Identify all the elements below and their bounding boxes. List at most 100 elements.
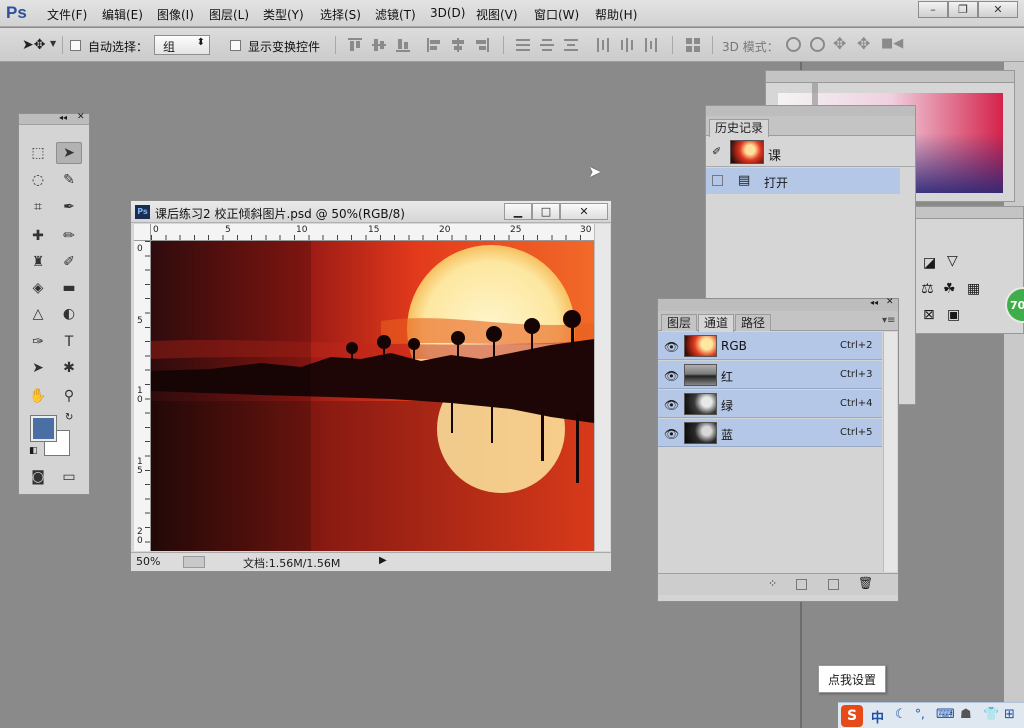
load-selection-icon[interactable]: ⁘ (768, 577, 777, 590)
healing-tool-icon[interactable]: ✚ (25, 225, 51, 247)
ruler-origin[interactable] (134, 224, 151, 241)
eraser-tool-icon[interactable]: ◈ (25, 277, 51, 299)
tab-channels[interactable]: 通道 (698, 314, 735, 332)
hand-tool-icon[interactable]: ✋ (25, 385, 51, 407)
status-icon[interactable] (183, 556, 205, 568)
menu-3d[interactable]: 3D(D) (430, 6, 465, 20)
type-tool-icon[interactable]: T (56, 331, 82, 353)
move-tool-icon[interactable]: ➤✥ (22, 37, 45, 53)
menu-window[interactable]: 窗口(W) (534, 6, 579, 23)
invert-icon[interactable]: ⊠ (923, 307, 935, 323)
channels-scrollbar[interactable] (883, 332, 897, 572)
menu-view[interactable]: 视图(V) (476, 6, 518, 23)
menu-layer[interactable]: 图层(L) (209, 6, 249, 23)
menu-select[interactable]: 选择(S) (320, 6, 361, 23)
history-brush-tool-icon[interactable]: ✐ (56, 251, 82, 273)
chevron-down-icon[interactable]: ▼ (50, 39, 56, 48)
vertical-ruler[interactable]: 0 5 1 0 1 5 2 0 (134, 241, 151, 551)
zoom-level[interactable]: 50% (136, 555, 160, 568)
distribute-top-icon[interactable] (516, 38, 530, 52)
color-balance-icon[interactable]: ⚖ (921, 281, 934, 297)
tab-layers[interactable]: 图层 (661, 314, 698, 331)
panel-menu-icon[interactable]: ▾≡ (882, 315, 895, 326)
delete-channel-icon[interactable]: 🗑 (858, 576, 873, 590)
move-tool-icon[interactable]: ➤ (56, 142, 82, 164)
default-colors-icon[interactable]: ◧ (29, 446, 38, 456)
distribute-right-icon[interactable] (644, 38, 658, 52)
user-icon[interactable]: ☗ (960, 707, 972, 722)
marquee-tool-icon[interactable]: ⬚ (25, 142, 51, 164)
document-titlebar[interactable]: Ps 课后练习2 校正倾斜图片.psd @ 50%(RGB/8) ▁ □ ✕ (131, 201, 611, 223)
align-hcenter-icon[interactable] (451, 38, 465, 52)
distribute-bottom-icon[interactable] (564, 38, 578, 52)
eye-icon[interactable]: 👁 (664, 398, 679, 412)
ime-settings-tooltip[interactable]: 点我设置 (818, 665, 886, 693)
auto-select-dropdown[interactable]: 组 ⬍ (154, 35, 210, 55)
align-bottom-icon[interactable] (396, 38, 410, 52)
3d-rotate-icon[interactable] (786, 37, 801, 52)
path-select-tool-icon[interactable]: ➤ (25, 357, 51, 379)
channel-row-red[interactable]: 👁 红 Ctrl+3 (658, 361, 882, 389)
collapse-icon[interactable]: ◂◂ (870, 298, 878, 307)
swap-colors-icon[interactable]: ↻ (65, 412, 73, 423)
distribute-hcenter-icon[interactable] (620, 38, 634, 52)
tab-paths[interactable]: 路径 (735, 314, 772, 331)
screen-mode-icon[interactable]: ▭ (56, 466, 82, 488)
status-menu-arrow-icon[interactable]: ▶ (379, 555, 387, 566)
menu-type[interactable]: 类型(Y) (263, 6, 304, 23)
tab-history[interactable]: 历史记录 (709, 119, 770, 137)
punctuation-icon[interactable]: °, (915, 707, 925, 721)
canvas-image[interactable] (151, 241, 594, 551)
channel-mixer-icon[interactable]: ☘ (943, 281, 956, 297)
eye-icon[interactable]: 👁 (664, 369, 679, 383)
horizontal-ruler[interactable]: 0 5 10 15 20 25 30 (151, 224, 594, 241)
pen-tool-icon[interactable]: ✑ (25, 331, 51, 353)
auto-align-icon[interactable] (686, 38, 700, 52)
close-button[interactable]: ✕ (978, 1, 1018, 18)
eye-icon[interactable]: 👁 (664, 427, 679, 441)
doc-minimize-button[interactable]: ▁ (504, 203, 532, 220)
ime-logo[interactable]: S (841, 705, 863, 727)
dodge-tool-icon[interactable]: ◐ (56, 303, 82, 325)
align-right-icon[interactable] (475, 38, 489, 52)
menu-filter[interactable]: 滤镜(T) (375, 6, 416, 23)
new-channel-icon[interactable] (828, 579, 839, 590)
menu-file[interactable]: 文件(F) (47, 6, 87, 23)
crop-tool-icon[interactable]: ⌗ (25, 196, 51, 218)
align-left-icon[interactable] (427, 38, 441, 52)
shape-tool-icon[interactable]: ✱ (56, 357, 82, 379)
3d-drag-icon[interactable]: ✥ (833, 34, 846, 53)
lasso-tool-icon[interactable]: ◌ (25, 169, 51, 191)
align-top-icon[interactable] (348, 38, 362, 52)
keyboard-icon[interactable]: ⌨ (936, 707, 955, 722)
eye-icon[interactable]: 👁 (664, 340, 679, 354)
gradient-tool-icon[interactable]: ▬ (56, 277, 82, 299)
skin-icon[interactable]: 👕 (983, 707, 999, 722)
menu-image[interactable]: 图像(I) (157, 6, 194, 23)
vertical-scrollbar[interactable] (594, 224, 610, 551)
auto-select-checkbox[interactable] (70, 40, 81, 51)
doc-close-button[interactable]: ✕ (560, 203, 608, 220)
history-snapshot-row[interactable]: ✐ 课 (706, 137, 915, 167)
close-icon[interactable]: ✕ (886, 297, 894, 307)
zoom-tool-icon[interactable]: ⚲ (56, 385, 82, 407)
channel-row-green[interactable]: 👁 绿 Ctrl+4 (658, 390, 882, 418)
moon-icon[interactable]: ☾ (895, 707, 907, 722)
quick-select-tool-icon[interactable]: ✎ (56, 169, 82, 191)
eyedropper-tool-icon[interactable]: ✒ (56, 196, 82, 218)
show-transform-checkbox[interactable] (230, 40, 241, 51)
tools-icon[interactable]: ⊞ (1004, 707, 1015, 722)
lookup-icon[interactable]: ▦ (967, 281, 980, 297)
align-vcenter-icon[interactable] (372, 38, 386, 52)
minimize-button[interactable]: – (918, 1, 948, 18)
menu-help[interactable]: 帮助(H) (595, 6, 637, 23)
close-icon[interactable]: ✕ (77, 112, 85, 122)
maximize-button[interactable]: ❐ (948, 1, 978, 18)
stamp-tool-icon[interactable]: ♜ (25, 251, 51, 273)
channel-row-rgb[interactable]: 👁 RGB Ctrl+2 (658, 332, 882, 360)
vibrance-icon[interactable]: ▽ (947, 253, 958, 269)
collapse-icon[interactable]: ◂◂ (59, 113, 67, 122)
distribute-vcenter-icon[interactable] (540, 38, 554, 52)
3d-roll-icon[interactable] (810, 37, 825, 52)
foreground-color-swatch[interactable] (30, 415, 57, 442)
